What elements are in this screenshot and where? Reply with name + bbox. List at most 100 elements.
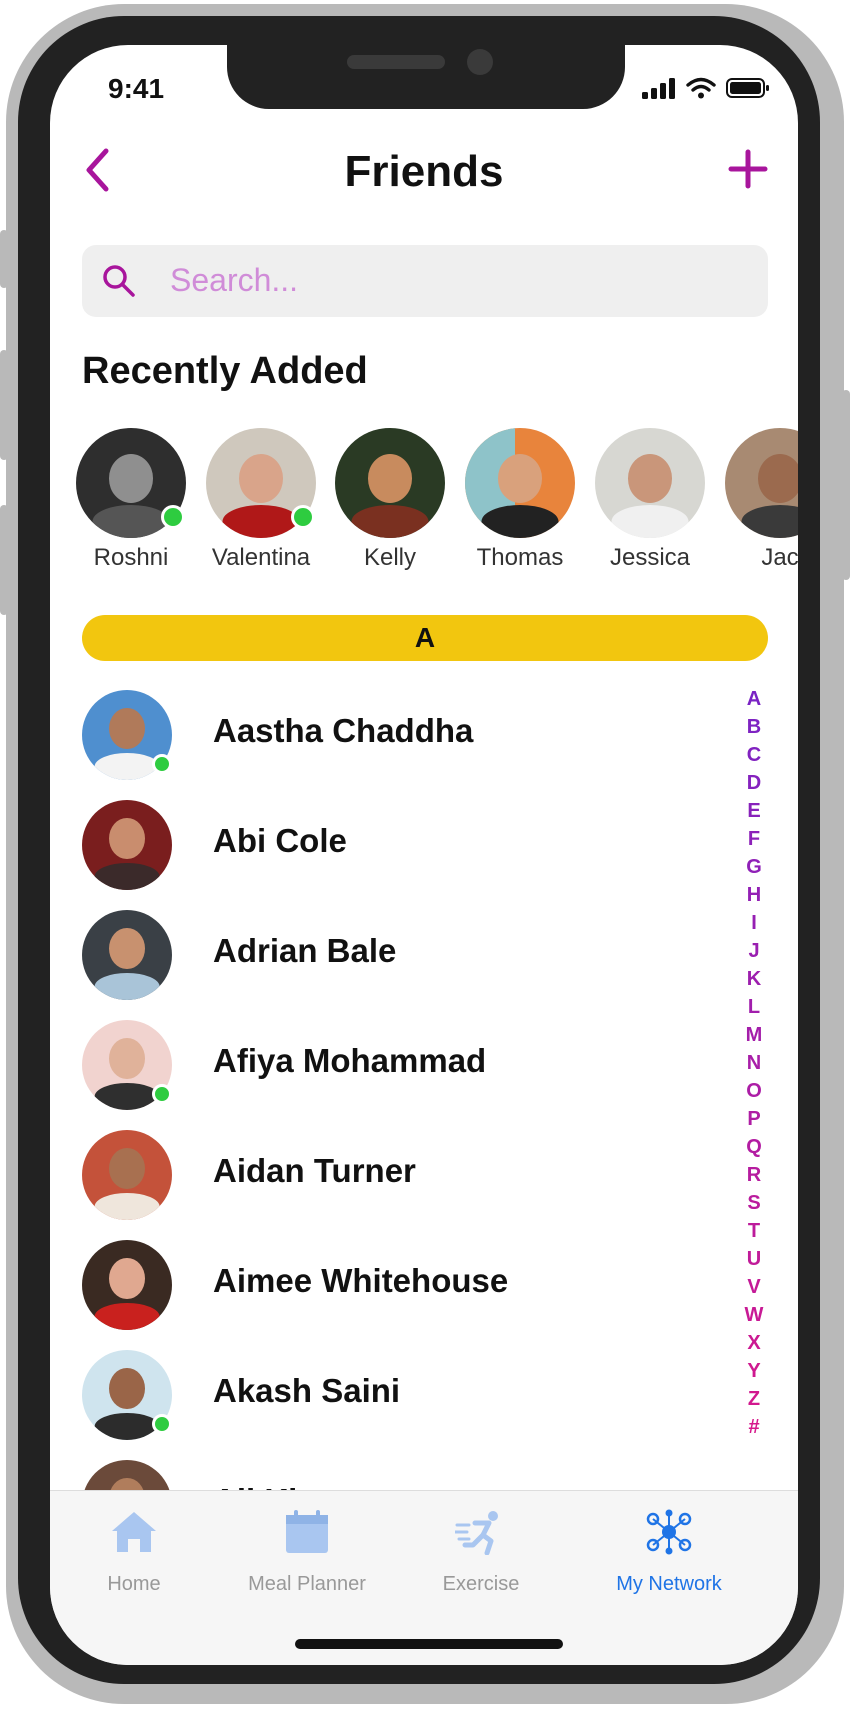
recent-friend-name: Thomas <box>476 544 564 571</box>
notch-speaker <box>347 55 445 69</box>
recent-friend-jessica[interactable]: Jessica <box>585 428 715 572</box>
alphabet-index-letter[interactable]: D <box>747 769 761 797</box>
tab-label: Home <box>107 1573 161 1595</box>
phone-side-button-left-bottom <box>0 505 8 615</box>
search-bar[interactable] <box>82 245 768 317</box>
alphabet-index[interactable]: A B C D E F G H I J K L M N O P Q R S T U V W X Y Z # <box>742 685 766 1441</box>
recent-friend-name: Kelly <box>363 544 417 571</box>
battery-icon <box>726 78 769 98</box>
calendar-icon <box>286 1510 328 1553</box>
tab-meal-planner[interactable]: Meal Planner <box>232 1509 382 1596</box>
recently-added-row[interactable]: Roshni Valentina Kelly Thomas Jessica Ja… <box>50 428 798 578</box>
recent-friend-kelly[interactable]: Kelly <box>325 428 455 572</box>
online-indicator <box>161 505 185 529</box>
friend-name: Aidan Turner <box>213 1152 416 1189</box>
section-header-letter: A <box>82 615 768 661</box>
alphabet-index-letter[interactable]: S <box>747 1189 760 1217</box>
signal-icon <box>642 78 675 99</box>
home-icon <box>112 1512 156 1552</box>
tab-label: Exercise <box>442 1573 520 1595</box>
alphabet-index-letter[interactable]: R <box>747 1161 761 1189</box>
friend-name: Abi Cole <box>213 822 347 859</box>
home-indicator[interactable] <box>295 1639 563 1649</box>
tab-label: My Network <box>616 1573 722 1595</box>
search-input[interactable] <box>170 257 730 303</box>
list-item[interactable]: Aidan Turner <box>82 1130 682 1222</box>
avatar <box>82 1130 172 1220</box>
alphabet-index-letter[interactable]: Z <box>748 1385 760 1413</box>
alphabet-index-letter[interactable]: W <box>745 1301 764 1329</box>
alphabet-index-letter[interactable]: L <box>748 993 760 1021</box>
alphabet-index-letter[interactable]: H <box>747 881 761 909</box>
tab-exercise[interactable]: Exercise <box>406 1509 556 1596</box>
avatar <box>465 428 575 538</box>
avatar <box>206 428 316 538</box>
avatar <box>82 1240 172 1330</box>
recent-friend-name: Jessica <box>609 544 691 571</box>
phone-side-button-left-top <box>0 230 8 288</box>
recent-friend-jac[interactable]: Jac <box>715 428 798 572</box>
recent-friend-thomas[interactable]: Thomas <box>455 428 585 572</box>
recent-friend-valentina[interactable]: Valentina <box>196 428 326 572</box>
alphabet-index-letter[interactable]: E <box>747 797 760 825</box>
alphabet-index-letter[interactable]: U <box>747 1245 761 1273</box>
alphabet-index-letter[interactable]: Y <box>747 1357 760 1385</box>
alphabet-index-letter[interactable]: M <box>746 1021 763 1049</box>
avatar <box>595 428 705 538</box>
alphabet-index-letter[interactable]: # <box>748 1413 759 1441</box>
alphabet-index-letter[interactable]: F <box>748 825 760 853</box>
alphabet-index-letter[interactable]: N <box>747 1049 761 1077</box>
avatar <box>76 428 186 538</box>
tab-home[interactable]: Home <box>59 1509 209 1596</box>
plus-icon[interactable] <box>728 149 768 189</box>
tab-bar: Home Meal Planner Exercise My Network <box>50 1490 798 1665</box>
list-item[interactable]: Aastha Chaddha <box>82 690 682 782</box>
alphabet-index-letter[interactable]: B <box>747 713 761 741</box>
online-indicator <box>291 505 315 529</box>
alphabet-index-letter[interactable]: V <box>747 1273 760 1301</box>
friend-name: Adrian Bale <box>213 932 397 969</box>
alphabet-index-letter[interactable]: P <box>747 1105 760 1133</box>
page-title: Friends <box>344 147 504 196</box>
recent-friend-name: Jac <box>761 544 798 571</box>
phone-side-button-left-mid <box>0 350 8 460</box>
avatar <box>82 800 172 890</box>
wifi-icon <box>686 77 716 99</box>
alphabet-index-letter[interactable]: X <box>747 1329 760 1357</box>
alphabet-index-letter[interactable]: Q <box>746 1133 762 1161</box>
status-time: 9:41 <box>108 73 165 104</box>
alphabet-index-letter[interactable]: G <box>746 853 762 881</box>
app-screen: 9:41 Friends Recently Added <box>50 45 798 1665</box>
recent-friend-name: Valentina <box>211 544 311 571</box>
running-icon <box>453 1511 498 1556</box>
online-indicator <box>152 1084 172 1104</box>
recent-friend-roshni[interactable]: Roshni <box>66 428 196 572</box>
notch-camera <box>467 49 493 75</box>
avatar <box>335 428 445 538</box>
list-item[interactable]: Adrian Bale <box>82 910 682 1002</box>
friend-name: Aimee Whitehouse <box>213 1262 509 1299</box>
online-indicator <box>152 754 172 774</box>
alphabet-index-letter[interactable]: I <box>751 909 757 937</box>
friend-name: Akash Saini <box>213 1372 401 1409</box>
alphabet-index-letter[interactable]: C <box>747 741 761 769</box>
avatar <box>725 428 798 538</box>
tab-label: Meal Planner <box>248 1573 366 1595</box>
tab-my-network[interactable]: My Network <box>594 1509 744 1596</box>
alphabet-index-letter[interactable]: J <box>748 937 759 965</box>
phone-side-button-right <box>842 390 850 580</box>
recent-friend-name: Roshni <box>93 544 169 571</box>
alphabet-index-letter[interactable]: K <box>747 965 761 993</box>
status-icons <box>642 77 770 99</box>
recently-added-heading: Recently Added <box>82 350 368 392</box>
list-item[interactable]: Abi Cole <box>82 800 682 892</box>
alphabet-index-letter[interactable]: O <box>746 1077 762 1105</box>
list-item[interactable]: Akash Saini <box>82 1350 682 1442</box>
alphabet-index-letter[interactable]: T <box>748 1217 760 1245</box>
list-item[interactable]: Afiya Mohammad <box>82 1020 682 1112</box>
search-icon <box>103 265 135 297</box>
phone-notch <box>227 45 625 109</box>
list-item[interactable]: Aimee Whitehouse <box>82 1240 682 1332</box>
alphabet-index-letter[interactable]: A <box>747 685 761 713</box>
online-indicator <box>152 1414 172 1434</box>
